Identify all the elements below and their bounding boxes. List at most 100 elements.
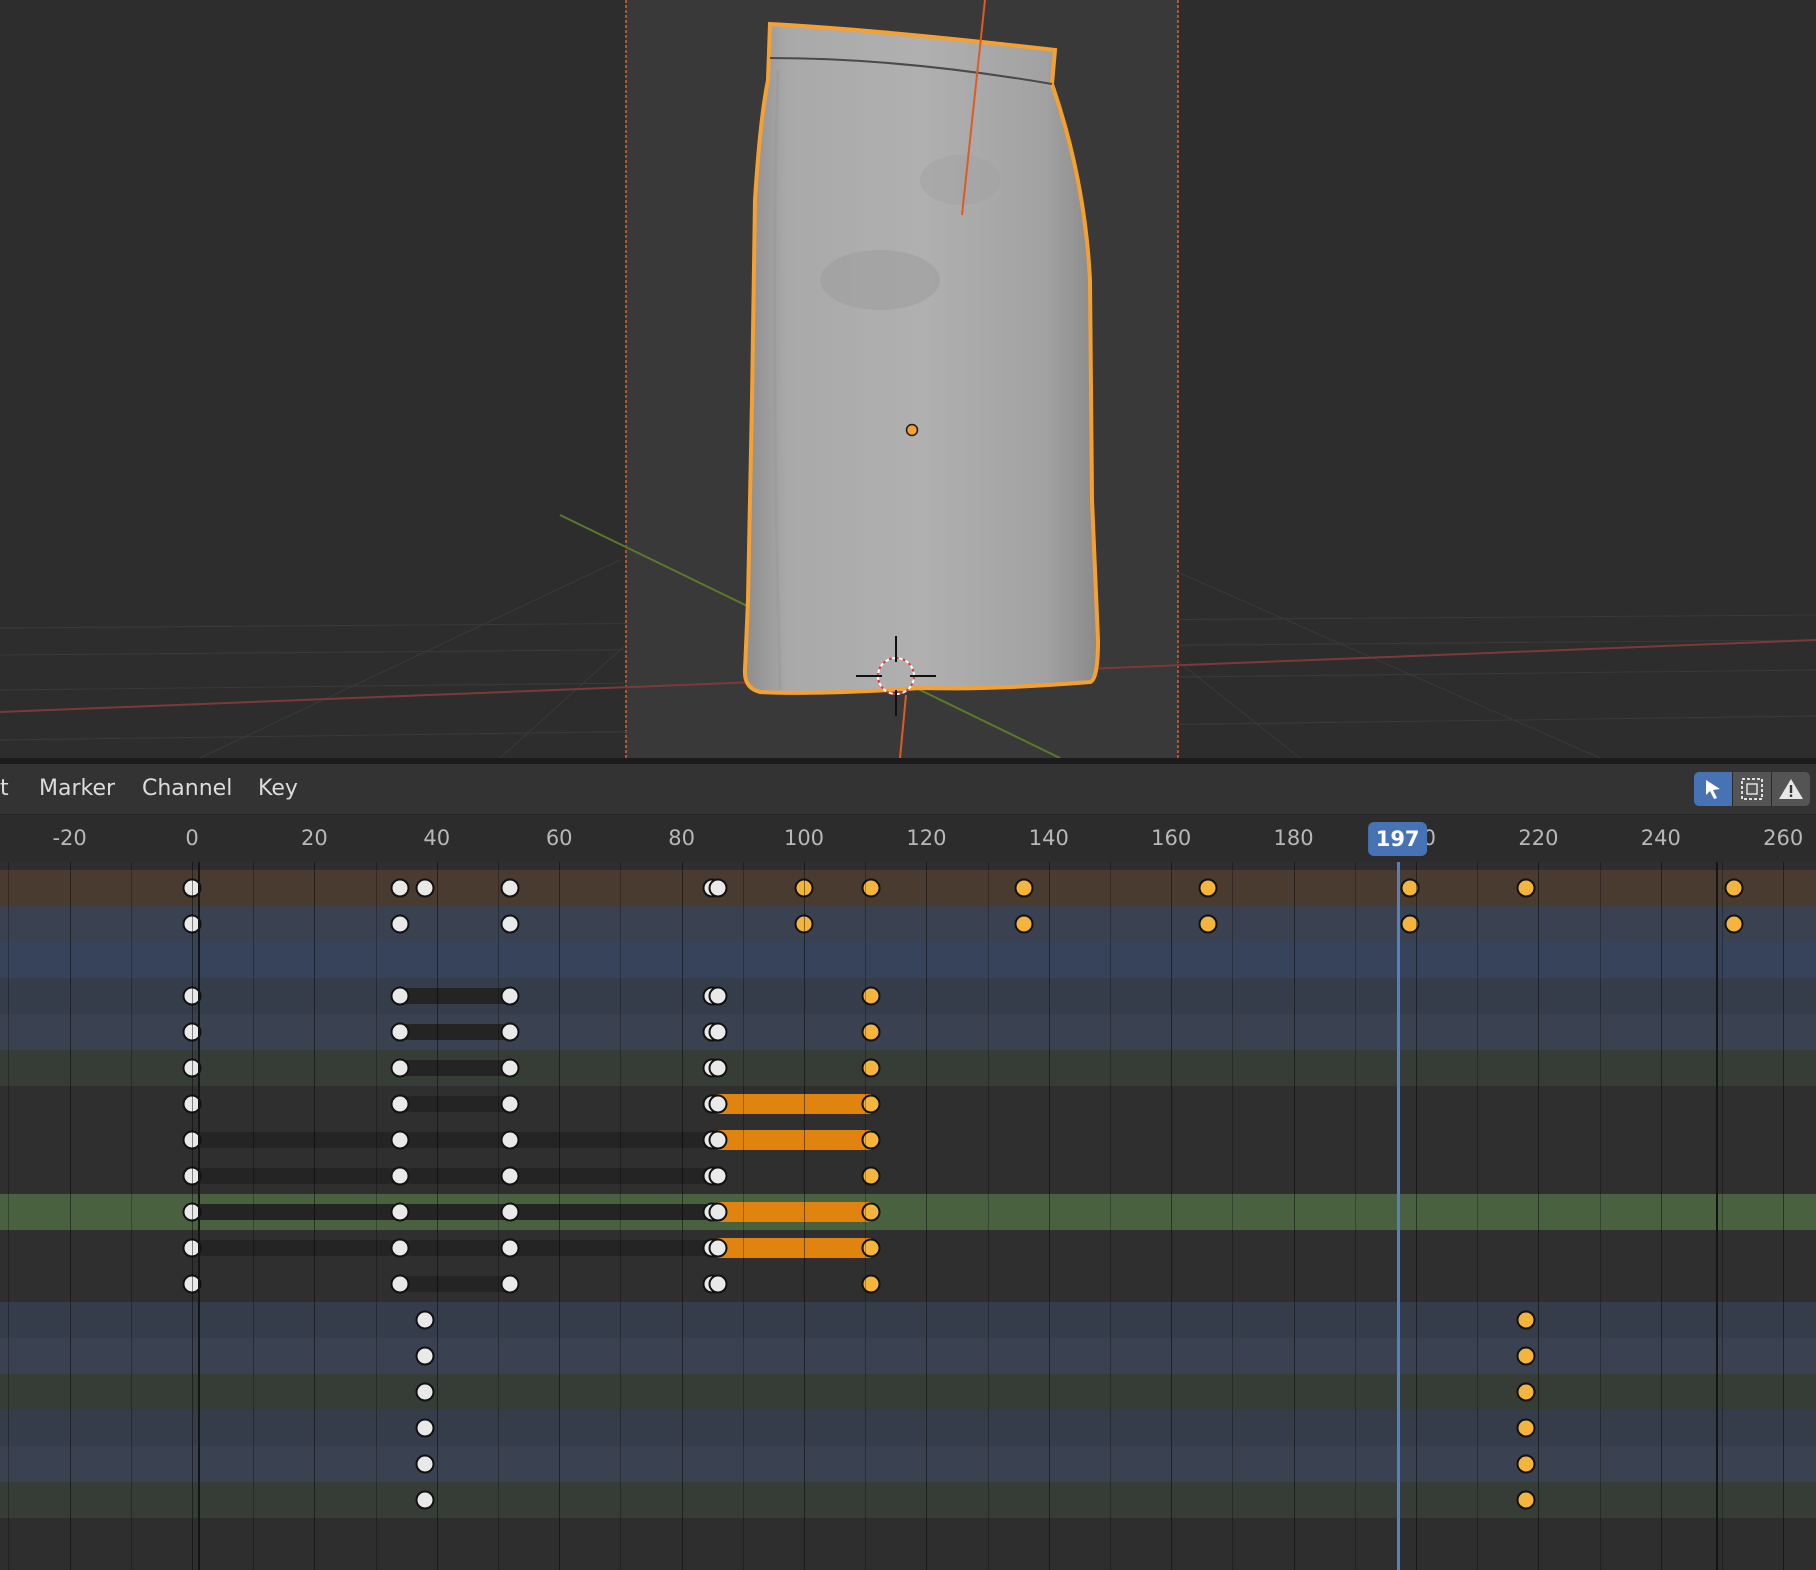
selected-keyframe[interactable] <box>1516 1382 1536 1402</box>
hold-bar[interactable] <box>192 1168 719 1184</box>
menu-marker[interactable]: Marker <box>39 776 115 801</box>
selected-hold-bar[interactable] <box>718 1094 872 1114</box>
keyframe[interactable] <box>390 1058 410 1078</box>
selected-keyframe[interactable] <box>1198 878 1218 898</box>
channel-row-plain[interactable] <box>0 1158 1816 1194</box>
keyframe[interactable] <box>708 986 728 1006</box>
keyframe[interactable] <box>708 1166 728 1186</box>
keyframe[interactable] <box>415 1382 435 1402</box>
channel-row-active[interactable] <box>0 1194 1816 1230</box>
hold-bar[interactable] <box>400 988 511 1004</box>
keyframe[interactable] <box>708 878 728 898</box>
keyframe[interactable] <box>708 1094 728 1114</box>
selected-keyframe[interactable] <box>1516 1310 1536 1330</box>
hold-bar[interactable] <box>192 1204 719 1220</box>
keyframe[interactable] <box>708 1058 728 1078</box>
keyframe[interactable] <box>500 1238 520 1258</box>
selected-hold-bar[interactable] <box>718 1238 872 1258</box>
keyframe[interactable] <box>415 1490 435 1510</box>
hold-bar[interactable] <box>400 1276 511 1292</box>
keyframe[interactable] <box>500 878 520 898</box>
keyframe[interactable] <box>390 1238 410 1258</box>
keyframe[interactable] <box>708 1238 728 1258</box>
selected-hold-bar[interactable] <box>718 1202 872 1222</box>
current-frame-indicator[interactable]: 197 <box>1367 822 1428 856</box>
keyframe[interactable] <box>390 1166 410 1186</box>
playhead-line[interactable] <box>1396 862 1400 1570</box>
channel-row-fcurve-y[interactable] <box>0 1338 1816 1374</box>
selected-keyframe[interactable] <box>1516 1454 1536 1474</box>
hold-bar[interactable] <box>400 1024 511 1040</box>
channel-row-plain[interactable] <box>0 1086 1816 1122</box>
keyframe[interactable] <box>415 1454 435 1474</box>
keyframe[interactable] <box>500 1166 520 1186</box>
keyframe[interactable] <box>390 1094 410 1114</box>
channel-row-fcurve-z[interactable] <box>0 1050 1816 1086</box>
selected-keyframe[interactable] <box>1516 878 1536 898</box>
keyframe[interactable] <box>390 1274 410 1294</box>
selected-hold-bar[interactable] <box>718 1130 872 1150</box>
keyframe[interactable] <box>708 1274 728 1294</box>
frame-tick-label: 0 <box>185 826 199 850</box>
keyframe[interactable] <box>708 1022 728 1042</box>
keyframe[interactable] <box>500 1094 520 1114</box>
frame-tick-label: 140 <box>1028 826 1069 850</box>
channel-row-plain[interactable] <box>0 1122 1816 1158</box>
channel-row-fcurve-x[interactable] <box>0 1302 1816 1338</box>
hold-bar[interactable] <box>192 1132 719 1148</box>
channel-row-object[interactable] <box>0 906 1816 942</box>
selected-keyframe[interactable] <box>1724 878 1744 898</box>
hold-bar[interactable] <box>400 1060 511 1076</box>
selected-keyframe[interactable] <box>1516 1346 1536 1366</box>
keyframe[interactable] <box>415 878 435 898</box>
hold-bar[interactable] <box>192 1240 719 1256</box>
keyframe[interactable] <box>708 1202 728 1222</box>
channel-row-fcurve-z[interactable] <box>0 1482 1816 1518</box>
hold-bar[interactable] <box>400 1096 511 1112</box>
selected-keyframe[interactable] <box>1724 914 1744 934</box>
select-tool-button[interactable] <box>1694 772 1733 806</box>
channel-row-summary[interactable] <box>0 870 1816 906</box>
warning-button[interactable] <box>1772 772 1810 806</box>
selected-keyframe[interactable] <box>1198 914 1218 934</box>
keyframe[interactable] <box>500 986 520 1006</box>
channel-row-fcurve-y[interactable] <box>0 1446 1816 1482</box>
menu-channel[interactable]: Channel <box>142 776 232 801</box>
selected-keyframe[interactable] <box>1014 878 1034 898</box>
frame-tick-label: 20 <box>301 826 328 850</box>
keyframe[interactable] <box>390 1202 410 1222</box>
keyframe[interactable] <box>708 1130 728 1150</box>
keyframe[interactable] <box>500 1274 520 1294</box>
keyframe[interactable] <box>500 1202 520 1222</box>
frame-ruler[interactable]: -200204060801001201401601802002202402601… <box>0 815 1816 862</box>
menu-key[interactable]: Key <box>258 776 298 801</box>
selected-keyframe[interactable] <box>1516 1418 1536 1438</box>
3d-viewport[interactable] <box>0 0 1816 758</box>
keyframe[interactable] <box>415 1310 435 1330</box>
channel-row-fcurve-z[interactable] <box>0 1374 1816 1410</box>
channel-row-fcurve-x[interactable] <box>0 1410 1816 1446</box>
keyframe[interactable] <box>390 1022 410 1042</box>
channel-row-plain[interactable] <box>0 1266 1816 1302</box>
channel-row-fcurve-x[interactable] <box>0 978 1816 1014</box>
keyframe[interactable] <box>390 914 410 934</box>
keyframe[interactable] <box>500 914 520 934</box>
channel-row-group[interactable] <box>0 942 1816 978</box>
keyframe[interactable] <box>500 1022 520 1042</box>
channel-row-fcurve-y[interactable] <box>0 1014 1816 1050</box>
keyframe[interactable] <box>415 1418 435 1438</box>
selected-keyframe[interactable] <box>1516 1490 1536 1510</box>
frame-tick-label: 160 <box>1151 826 1192 850</box>
keyframe[interactable] <box>390 1130 410 1150</box>
selected-keyframe[interactable] <box>1014 914 1034 934</box>
keyframe[interactable] <box>500 1058 520 1078</box>
keyframe[interactable] <box>390 878 410 898</box>
menu-select[interactable]: t <box>0 776 9 801</box>
keyframe[interactable] <box>390 986 410 1006</box>
keyframe[interactable] <box>415 1346 435 1366</box>
frame-gridline <box>620 862 622 1570</box>
dopesheet-channels[interactable] <box>0 862 1816 1570</box>
channel-row-plain[interactable] <box>0 1230 1816 1266</box>
keyframe[interactable] <box>500 1130 520 1150</box>
box-select-button[interactable] <box>1733 772 1772 806</box>
